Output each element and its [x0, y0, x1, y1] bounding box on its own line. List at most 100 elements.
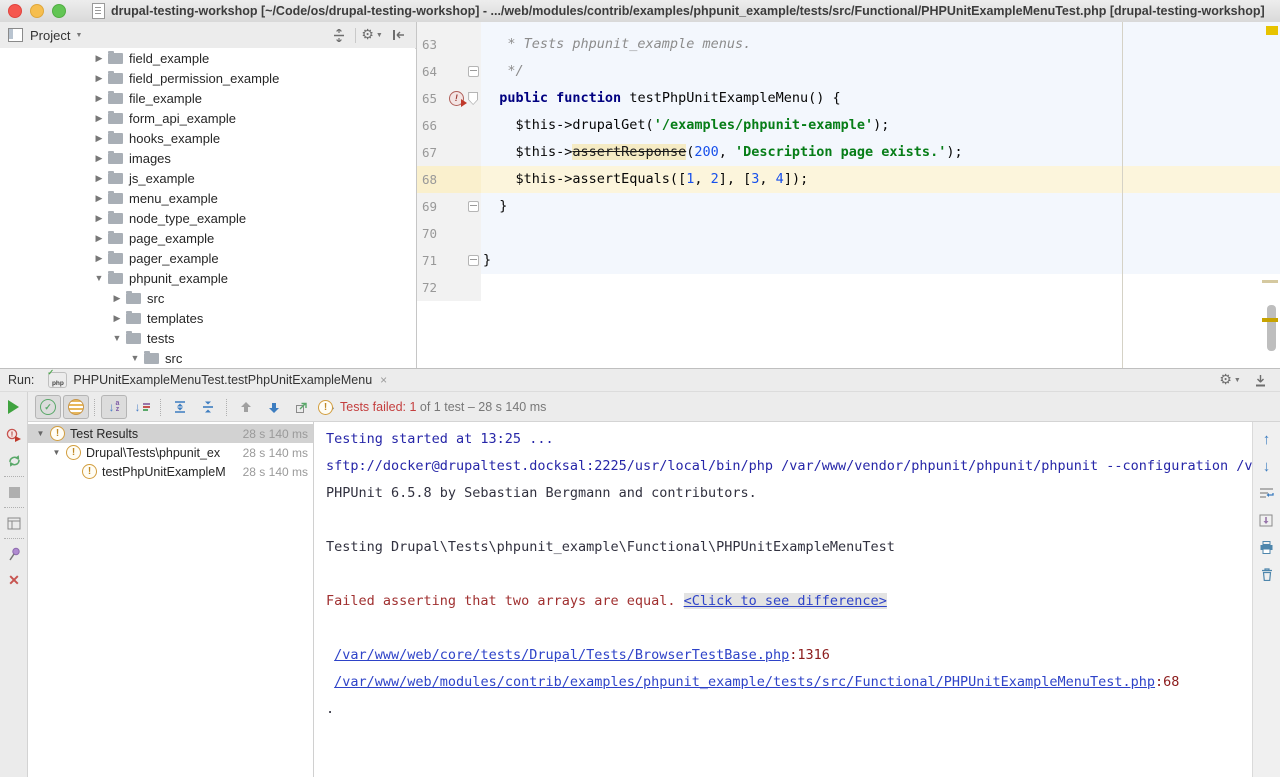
editor-scrollbar[interactable]: [1267, 305, 1276, 351]
console-link[interactable]: /var/www/web/core/tests/Drupal/Tests/Bro…: [334, 647, 789, 663]
code-line-68[interactable]: 68 $this->assertEquals([1, 2], [3, 4]);: [417, 166, 1280, 193]
chevron-right-icon[interactable]: ▶: [92, 73, 106, 84]
code-text[interactable]: [481, 220, 1280, 247]
tree-item-js_example[interactable]: ▶js_example: [0, 168, 415, 188]
tree-item-pager_example[interactable]: ▶pager_example: [0, 248, 415, 268]
code-text[interactable]: }: [481, 193, 1280, 220]
tree-item-field_example[interactable]: ▶field_example: [0, 48, 415, 68]
run-tab[interactable]: ✓php PHPUnitExampleMenuTest.testPhpUnitE…: [48, 372, 387, 388]
fold-marker-icon[interactable]: [465, 201, 481, 212]
chevron-down-icon[interactable]: ▼: [50, 448, 63, 457]
pin-icon[interactable]: [0, 541, 28, 567]
project-collapse-icon[interactable]: [329, 25, 349, 45]
tree-item-images[interactable]: ▶images: [0, 148, 415, 168]
tree-item-tests[interactable]: ▼tests: [0, 328, 415, 348]
line-number[interactable]: 64: [417, 58, 448, 85]
tree-item-page_example[interactable]: ▶page_example: [0, 228, 415, 248]
chevron-right-icon[interactable]: ▶: [92, 173, 106, 184]
chevron-down-icon[interactable]: ▼: [128, 353, 142, 363]
test-tree-row[interactable]: ▼!Test Results28 s 140 ms: [28, 424, 313, 443]
chevron-right-icon[interactable]: ▶: [110, 313, 124, 324]
line-number[interactable]: 72: [417, 274, 448, 301]
line-number[interactable]: 65: [417, 85, 448, 112]
tree-item-menu_example[interactable]: ▶menu_example: [0, 188, 415, 208]
line-number[interactable]: 70: [417, 220, 448, 247]
gear-icon[interactable]: ⚙▼: [1220, 370, 1240, 390]
code-line-71[interactable]: 71}: [417, 247, 1280, 274]
import-test-results-icon[interactable]: [289, 395, 315, 419]
test-tree-row[interactable]: !testPhpUnitExampleM28 s 140 ms: [28, 462, 313, 481]
line-number[interactable]: 69: [417, 193, 448, 220]
next-occurrence-icon[interactable]: [261, 395, 287, 419]
code-text[interactable]: }: [481, 247, 1280, 274]
line-number[interactable]: 71: [417, 247, 448, 274]
console-link[interactable]: /var/www/web/modules/contrib/examples/ph…: [334, 674, 1155, 690]
chevron-right-icon[interactable]: ▶: [92, 153, 106, 164]
rerun-icon-play[interactable]: [0, 394, 27, 420]
test-tree-row[interactable]: ▼!Drupal\Tests\phpunit_ex28 s 140 ms: [28, 443, 313, 462]
previous-occurrence-icon[interactable]: [233, 395, 259, 419]
code-line-72[interactable]: 72: [417, 274, 1280, 301]
line-number[interactable]: 66: [417, 112, 448, 139]
tree-item-form_api_example[interactable]: ▶form_api_example: [0, 108, 415, 128]
chevron-right-icon[interactable]: ▶: [92, 93, 106, 104]
tree-item-templates[interactable]: ▶templates: [0, 308, 415, 328]
line-number[interactable]: 67: [417, 139, 448, 166]
line-number[interactable]: 63: [417, 31, 448, 58]
chevron-right-icon[interactable]: ▶: [92, 213, 106, 224]
soft-wraps-icon[interactable]: [1256, 484, 1278, 502]
rerun-refresh-icon[interactable]: [0, 448, 28, 474]
code-line-69[interactable]: 69 }: [417, 193, 1280, 220]
close-window-button[interactable]: [8, 4, 22, 18]
close-tab-icon[interactable]: ×: [380, 373, 387, 387]
show-ignored-icon[interactable]: [63, 395, 89, 419]
gear-icon[interactable]: ⚙▼: [362, 25, 382, 45]
clear-all-icon[interactable]: [1256, 565, 1278, 583]
error-stripe-mark[interactable]: [1266, 26, 1278, 35]
chevron-right-icon[interactable]: ▶: [92, 133, 106, 144]
expand-all-icon[interactable]: [167, 395, 193, 419]
code-text[interactable]: $this->drupalGet('/examples/phpunit-exam…: [481, 112, 1280, 139]
chevron-down-icon[interactable]: ▼: [110, 333, 124, 343]
code-text[interactable]: */: [481, 58, 1280, 85]
tree-item-src[interactable]: ▼src: [0, 348, 415, 368]
fold-marker-icon[interactable]: [465, 92, 481, 105]
tree-item-node_type_example[interactable]: ▶node_type_example: [0, 208, 415, 228]
code-text[interactable]: $this->assertEquals([1, 2], [3, 4]);: [481, 166, 1280, 193]
chevron-down-icon[interactable]: ▼: [34, 429, 47, 438]
code-text[interactable]: $this->assertResponse(200, 'Description …: [481, 139, 1280, 166]
close-icon[interactable]: ✕: [0, 567, 28, 593]
show-passed-icon[interactable]: ✓: [35, 395, 61, 419]
error-stripe-mark[interactable]: [1262, 318, 1278, 322]
print-icon[interactable]: [1256, 538, 1278, 556]
code-line-63[interactable]: 63 * Tests phpunit_example menus.: [417, 31, 1280, 58]
code-line-66[interactable]: 66 $this->drupalGet('/examples/phpunit-e…: [417, 112, 1280, 139]
error-stripe-mark[interactable]: [1262, 280, 1278, 283]
chevron-right-icon[interactable]: ▶: [92, 53, 106, 64]
project-panel-title[interactable]: Project: [30, 28, 70, 43]
down-stack-trace-icon[interactable]: ↓: [1256, 457, 1278, 475]
hide-panel-down-icon[interactable]: [1250, 370, 1270, 390]
line-number[interactable]: 68: [417, 166, 448, 193]
tree-item-src[interactable]: ▶src: [0, 288, 415, 308]
stop-icon[interactable]: [0, 479, 28, 505]
console-link[interactable]: <Click to see difference>: [684, 593, 887, 609]
code-text[interactable]: public function testPhpUnitExampleMenu()…: [481, 85, 1280, 112]
code-line-64[interactable]: 64 */: [417, 58, 1280, 85]
fold-marker-icon[interactable]: [465, 255, 481, 266]
restore-layout-icon[interactable]: [0, 510, 28, 536]
hide-panel-icon[interactable]: [388, 25, 408, 45]
zoom-window-button[interactable]: [52, 4, 66, 18]
chevron-down-icon[interactable]: ▼: [75, 32, 82, 39]
code-line-65[interactable]: 65! public function testPhpUnitExampleMe…: [417, 85, 1280, 112]
sort-alphabetically-icon[interactable]: ↓az: [101, 395, 127, 419]
minimize-window-button[interactable]: [30, 4, 44, 18]
rerun-failed-tests-icon[interactable]: !: [0, 422, 28, 448]
tree-item-file_example[interactable]: ▶file_example: [0, 88, 415, 108]
code-editor[interactable]: 63 * Tests phpunit_example menus.64 */65…: [417, 22, 1280, 368]
chevron-right-icon[interactable]: ▶: [92, 233, 106, 244]
chevron-right-icon[interactable]: ▶: [92, 113, 106, 124]
chevron-down-icon[interactable]: ▼: [92, 273, 106, 283]
code-text[interactable]: * Tests phpunit_example menus.: [481, 31, 1280, 58]
tree-item-hooks_example[interactable]: ▶hooks_example: [0, 128, 415, 148]
